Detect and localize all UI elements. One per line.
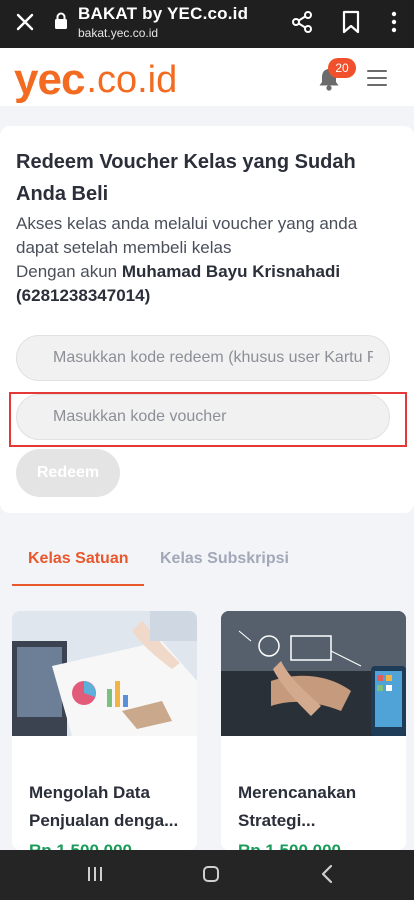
redeem-description-text: Akses kelas anda melalui voucher yang an… (16, 214, 358, 257)
redeem-code-field[interactable] (16, 335, 390, 381)
redeem-title: Redeem Voucher Kelas yang Sudah Anda Bel… (16, 151, 356, 205)
close-icon[interactable] (14, 11, 36, 33)
home-icon[interactable] (202, 865, 220, 883)
redeem-button[interactable]: Redeem (16, 449, 120, 497)
course-title[interactable]: Mengolah Data Penjualan denga... (29, 779, 187, 835)
back-icon[interactable] (321, 864, 333, 884)
lock-icon (55, 12, 67, 29)
site-header: yec .co.id 20 (0, 48, 414, 106)
redeem-code-input[interactable] (51, 348, 375, 368)
active-tab-indicator (12, 584, 144, 586)
tab-kelas-subskripsi[interactable]: Kelas Subskripsi (160, 550, 289, 568)
course-card[interactable]: Merencanakan Strategi... Rp 1.500.000 (221, 611, 406, 850)
course-card[interactable]: Mengolah Data Penjualan denga... Rp 1.50… (12, 611, 197, 850)
notification-badge: 20 (328, 58, 356, 78)
recent-apps-icon[interactable] (87, 866, 103, 882)
bookmark-icon[interactable] (340, 10, 362, 34)
browser-page-title[interactable]: BAKAT by YEC.co.id (78, 4, 248, 24)
voucher-highlight-box (9, 392, 407, 447)
android-nav-bar (0, 850, 414, 900)
menu-icon[interactable] (367, 70, 387, 86)
course-price: Rp 1.500.000 (29, 841, 132, 850)
more-vert-icon[interactable] (386, 10, 402, 34)
course-price: Rp 1.500.000 (238, 841, 341, 850)
logo-suffix: .co.id (86, 59, 178, 101)
course-thumbnail-data-analysis (12, 611, 197, 736)
yec-logo[interactable]: yec .co.id (14, 50, 177, 102)
share-icon[interactable] (290, 10, 314, 34)
browser-toolbar: BAKAT by YEC.co.id bakat.yec.co.id (0, 0, 414, 48)
browser-url[interactable]: bakat.yec.co.id (78, 26, 158, 40)
account-prefix: Dengan akun (16, 262, 122, 281)
course-title[interactable]: Merencanakan Strategi... (238, 779, 396, 835)
tab-kelas-satuan[interactable]: Kelas Satuan (28, 550, 128, 568)
redeem-description: Akses kelas anda melalui voucher yang an… (16, 212, 396, 308)
logo-main: yec (14, 55, 85, 104)
course-thumbnail-strategy (221, 611, 406, 736)
